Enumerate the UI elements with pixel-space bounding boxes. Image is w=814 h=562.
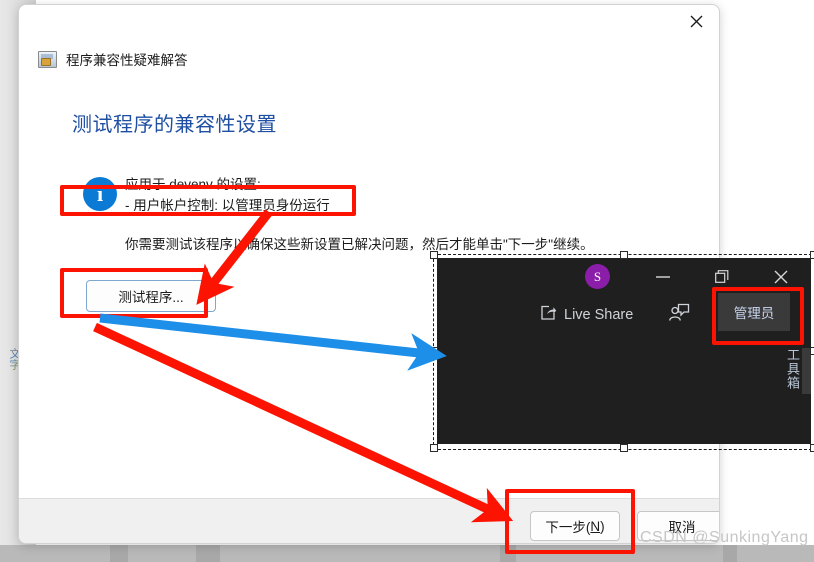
troubleshooter-icon xyxy=(38,50,57,68)
selection-handle[interactable] xyxy=(810,444,814,452)
instruction-paragraph: 你需要测试该程序以确保这些新设置已解决问题，然后才能单击"下一步"继续。 xyxy=(125,237,594,252)
taskbar-segment xyxy=(196,545,220,562)
selection-handle[interactable] xyxy=(810,251,814,259)
avatar[interactable]: S xyxy=(585,264,610,289)
visual-studio-titlebar-window xyxy=(437,258,811,444)
next-button-label-post: ) xyxy=(600,518,605,534)
next-button[interactable]: 下一步(N) xyxy=(530,511,620,541)
share-icon xyxy=(540,305,557,325)
test-program-button[interactable]: 测试程序... xyxy=(86,280,216,312)
taskbar-segment xyxy=(500,545,516,562)
accounts-icon[interactable] xyxy=(668,303,690,323)
dialog-footer: 下一步(N) 取消 xyxy=(19,498,719,543)
info-settings-applied-label: 应用于 devenv 的设置: xyxy=(125,177,261,192)
taskbar[interactable] xyxy=(0,545,814,562)
selection-handle[interactable] xyxy=(430,347,438,355)
next-button-accesskey: N xyxy=(590,518,601,534)
selection-handle[interactable] xyxy=(430,444,438,452)
info-icon: i xyxy=(83,177,117,211)
watermark: CSDN @SunkingYang xyxy=(640,529,809,546)
taskbar-segment xyxy=(110,545,128,562)
page-title: 测试程序的兼容性设置 xyxy=(72,114,277,136)
close-icon[interactable] xyxy=(673,5,719,37)
minimize-icon[interactable] xyxy=(646,267,680,287)
live-share-label: Live Share xyxy=(564,307,634,323)
desktop-left-glyph: 文字 xyxy=(3,348,19,382)
restore-icon[interactable] xyxy=(705,267,739,287)
dialog-title-row: 程序兼容性疑难解答 xyxy=(38,49,188,69)
close-icon[interactable] xyxy=(764,267,798,287)
selection-handle[interactable] xyxy=(810,347,814,355)
live-share-button[interactable]: Live Share xyxy=(540,305,633,325)
info-uac-setting-label: - 用户帐户控制: 以管理员身份运行 xyxy=(125,198,330,213)
selection-handle[interactable] xyxy=(430,251,438,259)
selection-handle[interactable] xyxy=(620,251,628,259)
selection-handle[interactable] xyxy=(620,444,628,452)
next-button-label-pre: 下一步( xyxy=(545,520,591,535)
toolbox-tab[interactable]: 工具箱 xyxy=(785,348,802,420)
dialog-title: 程序兼容性疑难解答 xyxy=(66,53,188,68)
admin-badge[interactable]: 管理员 xyxy=(718,293,790,331)
taskbar-segment xyxy=(723,545,737,562)
